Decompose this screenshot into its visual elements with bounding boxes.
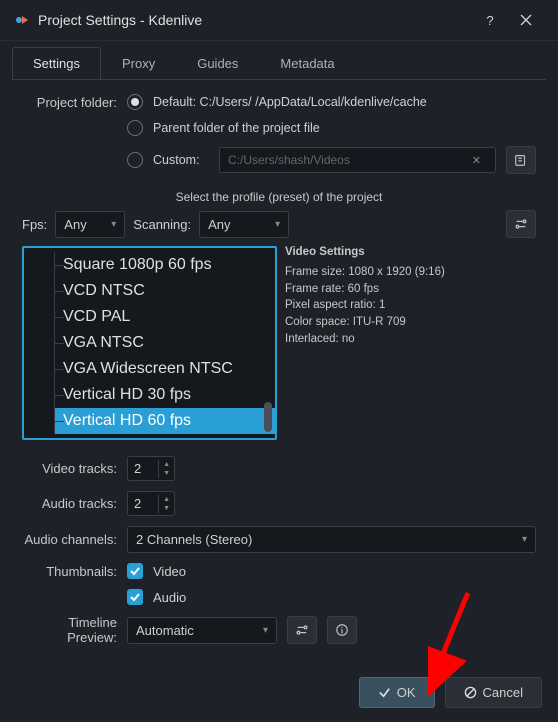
audio-channels-label: Audio channels: (22, 532, 117, 547)
cancel-button[interactable]: Cancel (445, 677, 542, 708)
list-item[interactable]: VGA NTSC (54, 330, 275, 356)
ok-button[interactable]: OK (359, 677, 435, 708)
close-button[interactable] (508, 8, 544, 32)
chevron-up-icon[interactable]: ▲ (159, 495, 174, 504)
preview-settings-button[interactable] (287, 616, 317, 644)
video-tracks-label: Video tracks: (22, 461, 117, 476)
audio-tracks-stepper[interactable]: 2 ▲▼ (127, 491, 175, 516)
profile-section-title: Select the profile (preset) of the proje… (22, 190, 536, 204)
custom-folder-input[interactable]: C:/Users/shash/Videos ✕ (219, 147, 496, 173)
audio-channels-select[interactable]: 2 Channels (Stereo)▾ (127, 526, 536, 553)
tab-proxy[interactable]: Proxy (101, 47, 176, 80)
video-tracks-stepper[interactable]: 2 ▲▼ (127, 456, 175, 481)
list-item-selected[interactable]: Vertical HD 60 fps (54, 408, 275, 434)
timeline-preview-label: Timeline Preview: (22, 615, 117, 645)
project-folder-label: Project folder: (22, 95, 117, 110)
profile-filter-button[interactable] (506, 210, 536, 238)
video-settings-panel: Video Settings Frame size: 1080 x 1920 (… (285, 246, 536, 440)
thumbnails-audio-label: Audio (153, 590, 186, 605)
video-settings-title: Video Settings (285, 246, 536, 258)
fps-select[interactable]: Any▾ (55, 211, 125, 238)
tab-metadata[interactable]: Metadata (259, 47, 355, 80)
chevron-down-icon[interactable]: ▼ (159, 504, 174, 513)
preview-info-button[interactable] (327, 616, 357, 644)
app-logo-icon (14, 12, 30, 28)
scanning-select[interactable]: Any▾ (199, 211, 289, 238)
profile-listbox[interactable]: Square 1080p 60 fps VCD NTSC VCD PAL VGA… (22, 246, 277, 440)
default-folder-text: Default: C:/Users/ /AppData/Local/kdenli… (153, 95, 427, 109)
thumbnails-video-check[interactable] (127, 563, 143, 579)
radio-parent-folder[interactable] (127, 120, 143, 136)
chevron-up-icon[interactable]: ▲ (159, 460, 174, 469)
tab-settings[interactable]: Settings (12, 47, 101, 80)
list-item[interactable]: VCD NTSC (54, 278, 275, 304)
tab-bar: Settings Proxy Guides Metadata (0, 41, 558, 80)
help-button[interactable]: ? (472, 8, 508, 32)
tab-guides[interactable]: Guides (176, 47, 259, 80)
thumbnails-label: Thumbnails: (22, 564, 117, 579)
scanning-label: Scanning: (133, 217, 191, 232)
list-item[interactable]: VCD PAL (54, 304, 275, 330)
parent-folder-text: Parent folder of the project file (153, 121, 320, 135)
window-title: Project Settings - Kdenlive (38, 12, 472, 28)
chevron-down-icon[interactable]: ▼ (159, 469, 174, 478)
clear-path-icon[interactable]: ✕ (466, 154, 487, 167)
thumbnails-audio-check[interactable] (127, 589, 143, 605)
thumbnails-video-label: Video (153, 564, 186, 579)
audio-tracks-label: Audio tracks: (22, 496, 117, 511)
custom-folder-label: Custom: (153, 153, 209, 167)
list-item[interactable]: VGA Widescreen NTSC (54, 356, 275, 382)
list-item[interactable]: Square 1080p 60 fps (54, 252, 275, 278)
timeline-preview-select[interactable]: Automatic▾ (127, 617, 277, 644)
project-folder-row: Project folder: Default: C:/Users/ /AppD… (22, 94, 536, 110)
scrollbar-thumb[interactable] (264, 402, 272, 432)
fps-label: Fps: (22, 217, 47, 232)
radio-default-folder[interactable] (127, 94, 143, 110)
list-item[interactable]: Vertical HD 30 fps (54, 382, 275, 408)
titlebar: Project Settings - Kdenlive ? (0, 0, 558, 41)
browse-folder-button[interactable] (506, 146, 536, 174)
radio-custom-folder[interactable] (127, 152, 143, 168)
